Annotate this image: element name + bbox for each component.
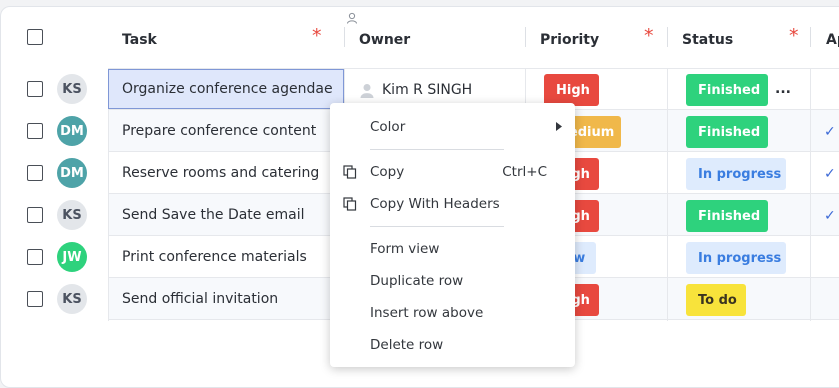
avatar: DM <box>57 116 87 146</box>
priority-badge[interactable]: High <box>544 74 599 106</box>
owner-cell[interactable]: Kim R SINGH <box>360 82 472 98</box>
row-checkbox[interactable] <box>27 165 43 181</box>
more-options-icon[interactable]: ... <box>775 81 791 97</box>
avatar: JW <box>57 242 87 272</box>
column-header-approved[interactable]: Ap <box>826 32 839 48</box>
row-checkbox[interactable] <box>27 291 43 307</box>
menu-item-duplicate-row[interactable]: Duplicate row <box>370 273 463 289</box>
row-checkbox[interactable] <box>27 81 43 97</box>
chevron-right-icon <box>556 122 562 131</box>
check-icon[interactable]: ✓ <box>824 124 836 140</box>
avatar: DM <box>57 158 87 188</box>
menu-item-color[interactable]: Color <box>370 119 405 135</box>
task-cell[interactable]: Print conference materials <box>122 249 307 265</box>
menu-item-form-view[interactable]: Form view <box>370 241 439 257</box>
column-header-status[interactable]: Status <box>682 32 733 48</box>
column-separator[interactable] <box>810 27 811 47</box>
column-divider <box>810 69 811 321</box>
copy-icon <box>343 165 357 179</box>
avatar: KS <box>57 284 87 314</box>
user-icon <box>360 83 374 98</box>
menu-item-delete-row[interactable]: Delete row <box>370 337 443 353</box>
column-header-task[interactable]: Task <box>122 32 157 48</box>
status-badge[interactable]: In progress <box>686 242 786 274</box>
column-separator[interactable] <box>525 27 526 47</box>
select-all-checkbox[interactable] <box>27 29 43 45</box>
required-marker: * <box>789 25 799 47</box>
required-marker: * <box>312 25 322 47</box>
status-badge[interactable]: Finished <box>686 116 768 148</box>
task-cell[interactable]: Send Save the Date email <box>122 207 304 223</box>
menu-item-copy-with-headers[interactable]: Copy With Headers <box>370 196 500 212</box>
copy-icon <box>343 197 357 211</box>
copy-shortcut: Ctrl+C <box>502 164 547 180</box>
column-divider <box>667 69 668 321</box>
column-separator[interactable] <box>667 27 668 47</box>
row-checkbox[interactable] <box>27 207 43 223</box>
column-header-owner[interactable]: Owner <box>359 32 410 48</box>
status-badge[interactable]: Finished <box>686 200 768 232</box>
person-icon <box>347 12 357 24</box>
row-checkbox[interactable] <box>27 249 43 265</box>
row-checkbox[interactable] <box>27 123 43 139</box>
required-marker: * <box>644 25 654 47</box>
menu-divider <box>370 149 504 150</box>
avatar: KS <box>57 74 87 104</box>
check-icon[interactable]: ✓ <box>824 208 836 224</box>
owner-name: Kim R SINGH <box>382 82 473 98</box>
status-badge[interactable]: Finished <box>686 74 768 106</box>
menu-divider <box>370 226 504 227</box>
check-icon[interactable]: ✓ <box>824 166 836 182</box>
column-header-priority[interactable]: Priority <box>540 32 599 48</box>
column-separator[interactable] <box>344 27 345 47</box>
task-cell[interactable]: Prepare conference content <box>122 123 316 139</box>
task-cell[interactable]: Reserve rooms and catering <box>122 165 319 181</box>
task-cell[interactable]: Organize conference agendae <box>122 81 333 97</box>
task-cell[interactable]: Send official invitation <box>122 291 278 307</box>
context-menu: Color Copy Ctrl+C Copy With Headers Form… <box>330 103 575 367</box>
status-badge[interactable]: To do <box>686 284 746 316</box>
menu-item-copy[interactable]: Copy <box>370 164 404 180</box>
status-badge[interactable]: In progress <box>686 158 786 190</box>
grid-header: Task * Owner Priority * Status * Ap <box>1 7 839 67</box>
avatar: KS <box>57 200 87 230</box>
menu-item-insert-row-above[interactable]: Insert row above <box>370 305 483 321</box>
